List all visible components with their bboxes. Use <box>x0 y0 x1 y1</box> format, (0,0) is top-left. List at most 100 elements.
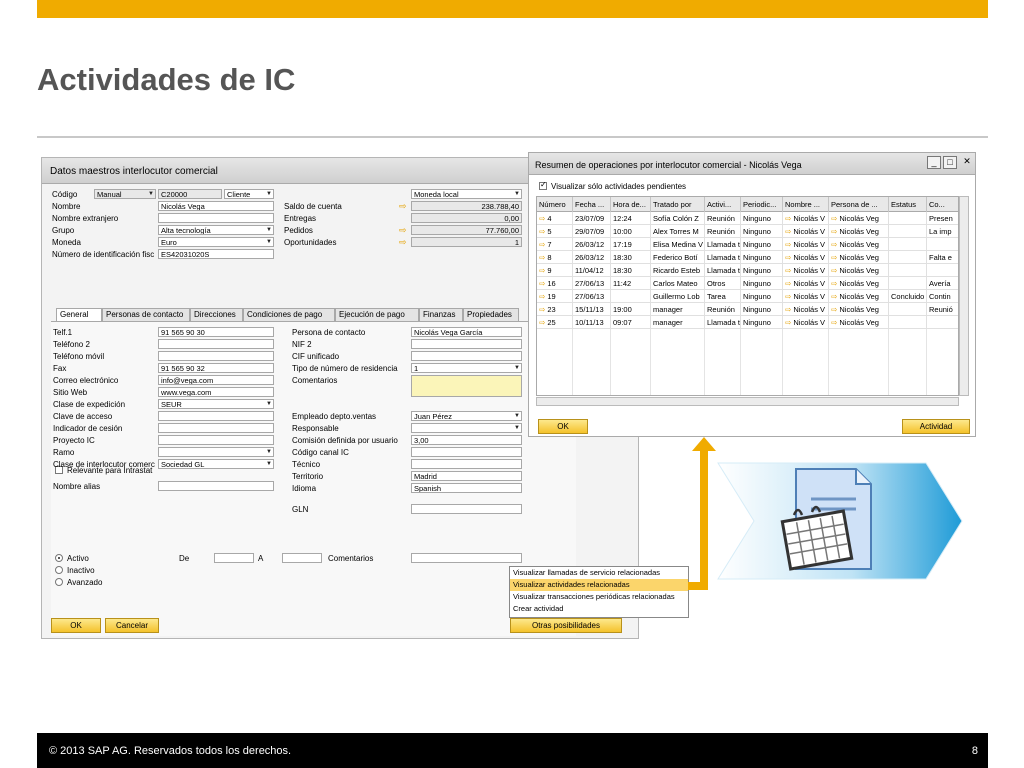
table-row[interactable]: ⇨ 4 23/07/09 12:24 Sofía Colón Z Reunión Ning… <box>537 212 958 225</box>
general-field-input[interactable]: Sociedad GL <box>158 459 274 469</box>
local-currency-select[interactable]: Moneda local <box>411 189 522 199</box>
table-row[interactable]: ⇨ 5 29/07/09 10:00 Alex Torres M Reunión Ning… <box>537 225 958 238</box>
cell-text: Contin <box>929 292 951 301</box>
general-field-input[interactable] <box>158 411 274 421</box>
general-field-input[interactable] <box>158 351 274 361</box>
general-field-input[interactable]: 91 565 90 32 <box>158 363 274 373</box>
table-row[interactable]: ⇨ 19 27/06/13 Guillermo Lob Tarea Ninguno ⇨ N… <box>537 290 958 303</box>
tab-properties[interactable]: Propiedades <box>463 308 519 321</box>
gln-label: GLN <box>292 505 309 514</box>
tax-id-input[interactable]: ES42031020S <box>158 249 274 259</box>
general-field-input[interactable]: 91 565 90 30 <box>158 327 274 337</box>
table-cell: Llamada t <box>705 251 741 264</box>
name-input[interactable]: Nicolás Vega <box>158 201 274 211</box>
cell-text: 25 <box>547 318 556 327</box>
column-header[interactable]: Persona de ... <box>829 197 889 212</box>
group-label: Grupo <box>52 226 75 235</box>
general-field-input[interactable]: Nicolás Vega García <box>411 327 522 337</box>
general-field-input[interactable] <box>158 339 274 349</box>
table-row[interactable]: ⇨ 23 15/11/13 19:00 manager Reunión Ninguno ⇨ … <box>537 303 958 316</box>
alias-input[interactable] <box>158 481 274 491</box>
vertical-scrollbar[interactable] <box>959 196 969 396</box>
general-field-input[interactable]: Spanish <box>411 483 522 493</box>
table-row[interactable]: ⇨ 16 27/06/13 11:42 Carlos Mateo Otros Ningun… <box>537 277 958 290</box>
general-field-input[interactable] <box>411 459 522 469</box>
pending-only-checkbox[interactable] <box>539 180 547 190</box>
gln-input[interactable] <box>411 504 522 514</box>
cancel-button[interactable]: Cancelar <box>105 618 159 633</box>
inactive-radio[interactable] <box>55 566 63 574</box>
general-field-input[interactable]: 1 <box>411 363 522 373</box>
general-field-input[interactable] <box>158 435 274 445</box>
column-header[interactable]: Tratado por <box>651 197 705 212</box>
tab-contact-persons[interactable]: Personas de contacto <box>102 308 190 321</box>
ok-button[interactable]: OK <box>51 618 101 633</box>
table-row[interactable]: ⇨ 9 11/04/12 18:30 Ricardo Esteb Llamada t Ni… <box>537 264 958 277</box>
column-header[interactable]: Activi... <box>705 197 741 212</box>
general-field-input[interactable] <box>411 423 522 433</box>
table-cell: 27/06/13 <box>573 277 611 290</box>
general-field-input[interactable]: 3,00 <box>411 435 522 445</box>
menu-item-recurring-transactions[interactable]: Visualizar transacciones periódicas rela… <box>510 591 688 603</box>
cell-text: Avería <box>929 279 951 288</box>
foreign-name-input[interactable] <box>158 213 274 223</box>
tab-addresses[interactable]: Direcciones <box>190 308 243 321</box>
general-field-input[interactable] <box>411 351 522 361</box>
table-cell: ⇨ Nicolás Veg <box>829 290 889 303</box>
column-header[interactable]: Co... <box>927 197 958 212</box>
menu-item-create-activity[interactable]: Crear actividad <box>510 603 688 615</box>
from-date-input[interactable] <box>214 553 254 563</box>
general-field-input[interactable]: info@vega.com <box>158 375 274 385</box>
code-series-select[interactable]: Manual <box>94 189 156 199</box>
menu-item-service-calls[interactable]: Visualizar llamadas de servicio relacion… <box>510 567 688 579</box>
general-field-input[interactable]: Juan Pérez <box>411 411 522 421</box>
general-field-input[interactable]: www.vega.com <box>158 387 274 397</box>
tab-payment-run[interactable]: Ejecución de pago <box>335 308 419 321</box>
column-header[interactable]: Fecha ... <box>573 197 611 212</box>
general-field-input[interactable] <box>411 375 522 397</box>
to-date-input[interactable] <box>282 553 322 563</box>
minimize-icon[interactable]: _ <box>927 156 941 169</box>
column-header[interactable]: Número <box>537 197 573 212</box>
activity-chevron-graphic <box>717 462 963 580</box>
more-options-button[interactable]: Otras posibilidades <box>510 618 622 633</box>
table-cell: 29/07/09 <box>573 225 611 238</box>
orders-value: 77.760,00 <box>411 225 522 235</box>
maximize-icon[interactable]: □ <box>943 156 957 169</box>
group-select[interactable]: Alta tecnología <box>158 225 274 235</box>
column-header[interactable]: Periodic... <box>741 197 783 212</box>
link-arrow-icon[interactable]: ⇨ <box>399 201 407 211</box>
general-field-input[interactable]: SEUR <box>158 399 274 409</box>
link-arrow-icon[interactable]: ⇨ <box>399 225 407 235</box>
tab-accounting[interactable]: Finanzas <box>419 308 463 321</box>
bp-type-select[interactable]: Cliente <box>224 189 274 199</box>
summary-ok-button[interactable]: OK <box>538 419 588 434</box>
tab-general[interactable]: General <box>56 308 102 322</box>
tab-payment-terms[interactable]: Condiciones de pago <box>243 308 335 321</box>
table-cell: ⇨ Nicolás Veg <box>829 212 889 225</box>
horizontal-scrollbar[interactable] <box>536 397 959 406</box>
general-field-input[interactable] <box>158 447 274 457</box>
currency-select[interactable]: Euro <box>158 237 274 247</box>
general-field-input[interactable] <box>411 339 522 349</box>
advanced-radio[interactable] <box>55 578 63 586</box>
column-header[interactable]: Nombre ... <box>783 197 829 212</box>
active-radio[interactable] <box>55 554 63 562</box>
menu-item-related-activities[interactable]: Visualizar actividades relacionadas <box>510 579 688 591</box>
general-field-input[interactable] <box>411 447 522 457</box>
link-arrow-icon[interactable]: ⇨ <box>399 237 407 247</box>
close-icon[interactable]: ✕ <box>960 156 974 169</box>
column-header[interactable]: Estatus <box>889 197 927 212</box>
general-field-input[interactable] <box>158 423 274 433</box>
general-field-input[interactable]: Madrid <box>411 471 522 481</box>
general-field-label: Comisión definida por usuario <box>292 436 398 445</box>
table-cell: ⇨ 16 <box>537 277 573 290</box>
cell-text: Falta e <box>929 253 952 262</box>
table-row[interactable]: ⇨ 25 10/11/13 09:07 manager Llamada t Ninguno… <box>537 316 958 329</box>
remarks-input[interactable] <box>411 553 522 563</box>
column-header[interactable]: Hora de... <box>611 197 651 212</box>
activity-button[interactable]: Actividad <box>902 419 970 434</box>
table-row[interactable]: ⇨ 7 26/03/12 17:19 Elisa Medina V Llamada tN… <box>537 238 958 251</box>
table-row[interactable]: ⇨ 8 26/03/12 18:30 Federico Botí Llamada t Ni… <box>537 251 958 264</box>
code-input[interactable]: C20000 <box>158 189 222 199</box>
